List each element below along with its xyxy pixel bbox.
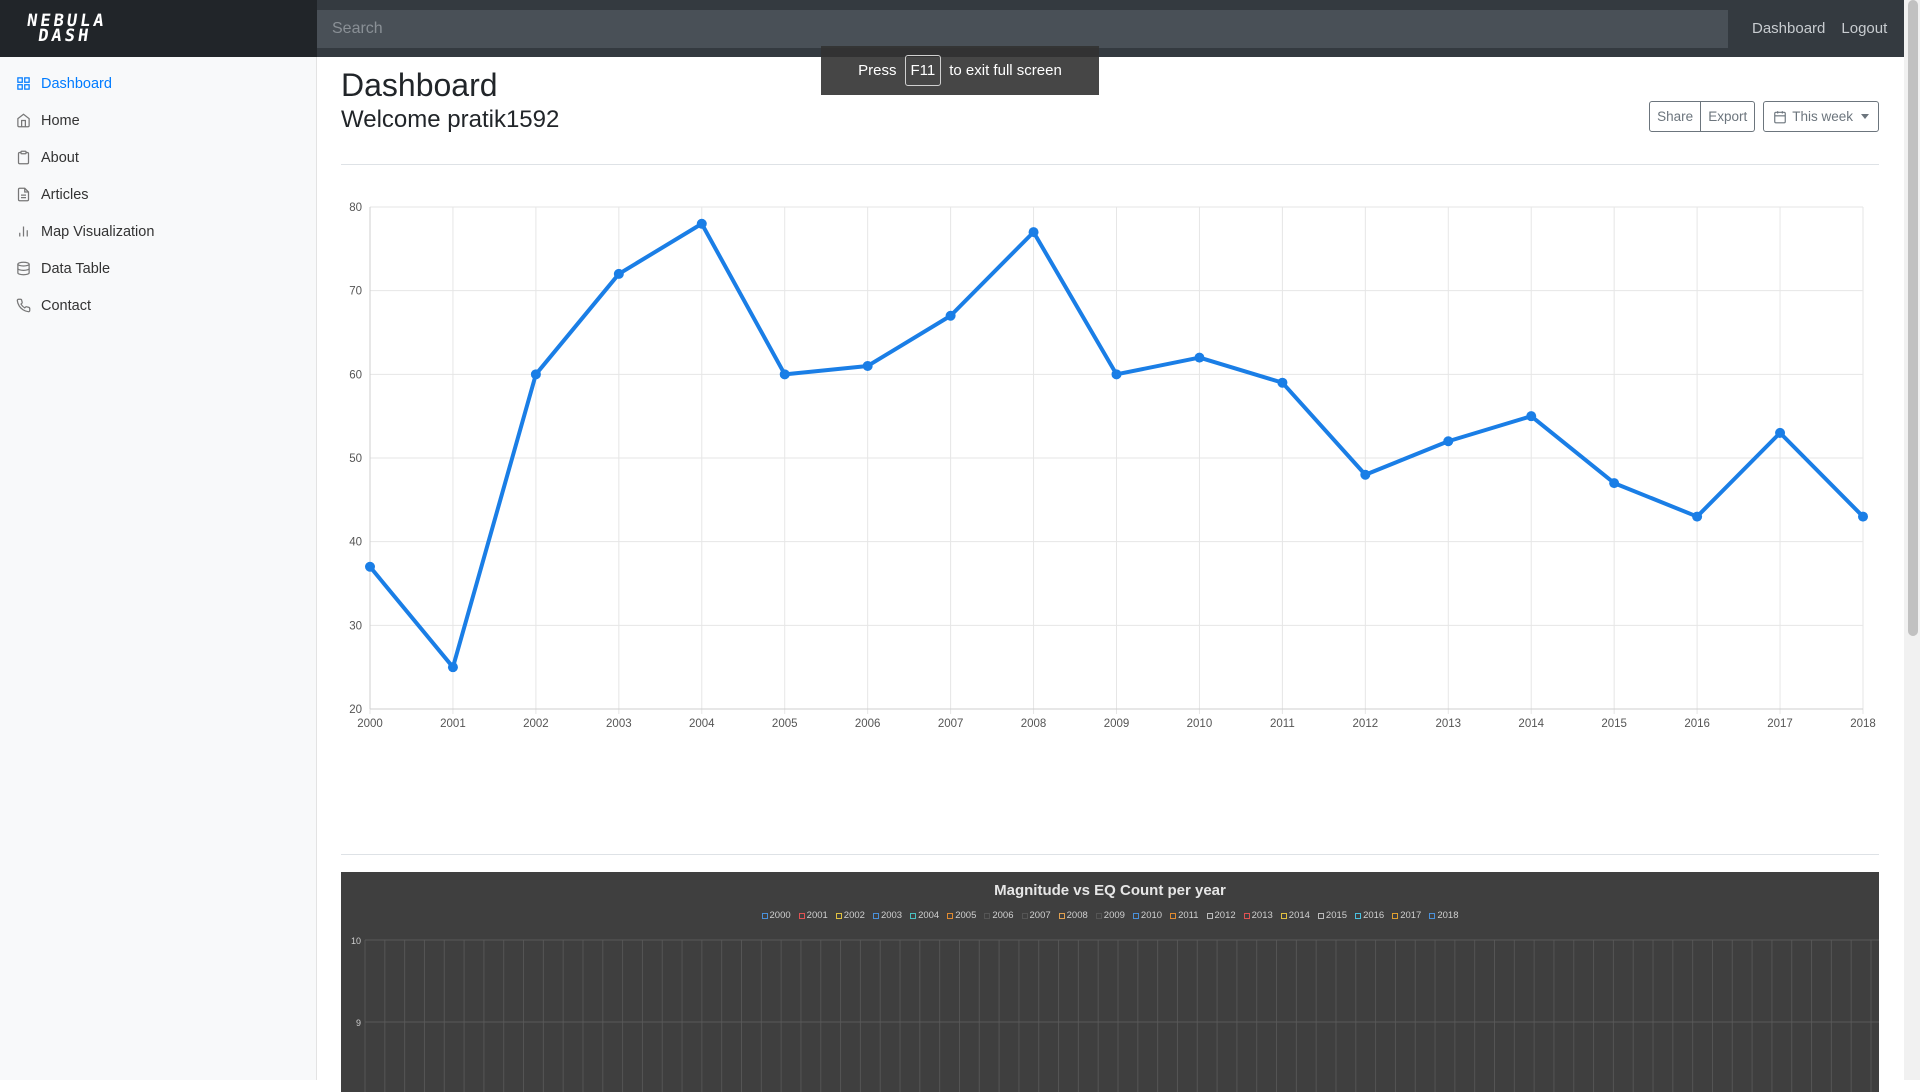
- home-icon: [17, 113, 30, 128]
- toast-press-text: Press: [858, 62, 897, 79]
- sidebar-item-contact[interactable]: Contact: [0, 287, 316, 324]
- data-point: [696, 218, 707, 229]
- x-tick-label: 2018: [1850, 718, 1876, 730]
- y-tick-label: 60: [349, 369, 362, 381]
- scrollbar[interactable]: [1904, 0, 1920, 1080]
- x-tick-label: 2015: [1601, 718, 1627, 730]
- date-range-dropdown[interactable]: This week: [1763, 101, 1879, 132]
- x-tick-label: 2004: [689, 718, 715, 730]
- data-point: [945, 310, 956, 321]
- sidebar-item-data-table[interactable]: Data Table: [0, 250, 316, 287]
- sidebar-item-label: Articles: [41, 186, 89, 203]
- y-tick-label: 50: [349, 453, 362, 465]
- data-point: [1692, 511, 1703, 522]
- x-tick-label: 2001: [440, 718, 466, 730]
- share-button[interactable]: Share: [1649, 101, 1702, 132]
- toast-rest-text: to exit full screen: [949, 62, 1062, 79]
- x-tick-label: 2007: [938, 718, 964, 730]
- data-point: [530, 369, 541, 380]
- page-title: Dashboard: [341, 67, 498, 103]
- file-text-icon: [17, 187, 30, 202]
- calendar-icon: [1774, 110, 1787, 123]
- x-tick-label: 2005: [772, 718, 798, 730]
- chevron-down-icon: [1861, 114, 1869, 119]
- sidebar-item-articles[interactable]: Articles: [0, 176, 316, 213]
- sidebar-item-dashboard[interactable]: Dashboard: [0, 65, 316, 102]
- sidebar-item-about[interactable]: About: [0, 139, 316, 176]
- toast-key: F11: [904, 55, 942, 86]
- x-tick-label: 2006: [855, 718, 881, 730]
- data-point: [1526, 411, 1537, 422]
- section-divider: [341, 854, 1879, 855]
- x-tick-label: 2016: [1684, 718, 1710, 730]
- bar-chart-icon: [19, 226, 28, 237]
- clipboard-icon: [17, 150, 30, 165]
- data-point: [1111, 369, 1122, 380]
- x-tick-label: 2003: [606, 718, 632, 730]
- data-point: [1028, 227, 1039, 238]
- x-tick-label: 2014: [1518, 718, 1544, 730]
- sidebar-item-label: Dashboard: [41, 75, 112, 92]
- sidebar-item-label: Map Visualization: [41, 223, 155, 240]
- sidebar-item-label: About: [41, 149, 79, 166]
- x-tick-label: 2010: [1187, 718, 1213, 730]
- line-chart-svg: 20 30 40 50 60 70 80 2000 2001 2002 2003 2004 2005 20…: [349, 202, 1876, 730]
- brand-logo[interactable]: NEBULA DASH: [0, 0, 317, 57]
- magnitude-chart: Magnitude vs EQ Count per year 2000 2001 2…: [341, 872, 1879, 1092]
- top-nav: Dashboard Logout: [1752, 20, 1903, 37]
- brand-logo-text: NEBULA DASH: [25, 10, 108, 46]
- x-tick-label: 2000: [357, 718, 383, 730]
- line-chart: 20 30 40 50 60 70 80 2000 2001 2002 2003 2004 2005 20…: [341, 175, 1879, 865]
- sidebar-item-label: Home: [41, 112, 80, 129]
- x-tick-label: 2013: [1435, 718, 1461, 730]
- data-point: [1858, 511, 1868, 522]
- data-point: [447, 662, 458, 673]
- date-range-label: This week: [1792, 109, 1853, 124]
- grid-icon: [17, 77, 30, 90]
- data-point: [1775, 427, 1786, 438]
- sidebar-item-map-visualization[interactable]: Map Visualization: [0, 213, 316, 250]
- x-tick-label: 2008: [1021, 718, 1047, 730]
- data-point: [365, 561, 375, 572]
- sidebar-item-home[interactable]: Home: [0, 102, 316, 139]
- phone-icon: [16, 298, 31, 313]
- scrollbar-thumb[interactable]: [1908, 0, 1918, 636]
- data-point: [1609, 478, 1620, 489]
- x-tick-label: 2012: [1353, 718, 1379, 730]
- search-input[interactable]: [317, 9, 1728, 48]
- data-point: [1277, 377, 1288, 388]
- y-tick-label: 40: [349, 537, 362, 549]
- data-point: [1194, 352, 1205, 363]
- sidebar-item-label: Data Table: [41, 260, 111, 277]
- magnitude-chart-svg: 10 9: [351, 936, 1879, 1092]
- y-tick-label: 80: [349, 202, 362, 214]
- data-point: [1443, 436, 1454, 447]
- toolbar: Share Export This week: [1649, 101, 1879, 132]
- x-tick-label: 2009: [1104, 718, 1130, 730]
- data-point: [779, 369, 790, 380]
- export-button[interactable]: Export: [1701, 101, 1756, 132]
- fullscreen-toast: Press F11 to exit full screen: [821, 46, 1099, 95]
- main-content: Dashboard Welcome pratik1592 Share Expor…: [341, 57, 1879, 865]
- data-point: [862, 360, 873, 371]
- nav-logout-link[interactable]: Logout: [1841, 20, 1887, 37]
- y-tick-label: 10: [351, 936, 361, 946]
- x-tick-label: 2017: [1767, 718, 1793, 730]
- sidebar-item-label: Contact: [41, 297, 91, 314]
- page-header: Dashboard Welcome pratik1592 Share Expor…: [341, 67, 1879, 165]
- database-icon: [17, 261, 30, 276]
- sidebar: Dashboard Home About Articles Map Visual…: [0, 57, 317, 1080]
- y-tick-label: 9: [356, 1018, 361, 1028]
- data-point: [613, 268, 624, 279]
- x-tick-label: 2002: [523, 718, 549, 730]
- x-tick-label: 2011: [1270, 718, 1295, 730]
- nav-dashboard-link[interactable]: Dashboard: [1752, 20, 1825, 37]
- y-tick-label: 70: [349, 286, 362, 298]
- y-tick-label: 30: [349, 620, 362, 632]
- y-tick-label: 20: [349, 704, 362, 716]
- data-point: [1360, 469, 1371, 480]
